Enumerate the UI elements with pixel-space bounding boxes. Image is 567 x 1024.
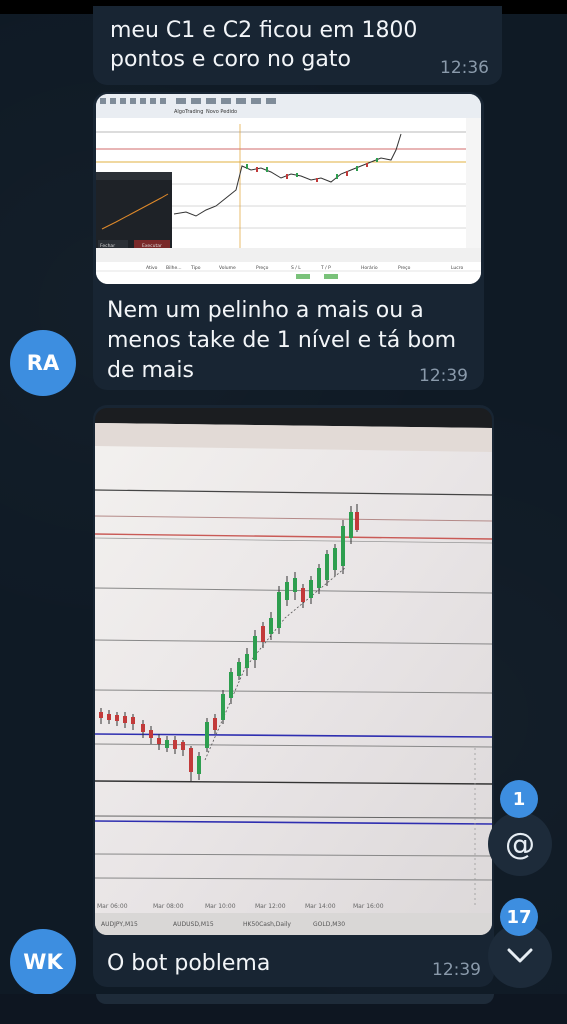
axis-tick-label: Mar 12:00 bbox=[255, 903, 286, 910]
axis-tick-label: Mar 16:00 bbox=[353, 903, 384, 910]
chart-tab: AUDUSD,M15 bbox=[173, 921, 214, 928]
table-header: Lucro bbox=[451, 265, 464, 271]
message-time: 12:39 bbox=[419, 366, 468, 386]
message-text: meu C1 e C2 ficou em 1800 bbox=[110, 18, 418, 43]
mention-count-badge: 1 bbox=[500, 780, 538, 818]
at-icon: @ bbox=[505, 826, 535, 862]
axis-tick-label: Mar 14:00 bbox=[305, 903, 336, 910]
table-header: Horário bbox=[361, 264, 378, 271]
table-header: Ativo bbox=[146, 265, 158, 271]
table-header: Preço bbox=[256, 265, 269, 271]
message-text: de mais bbox=[107, 358, 194, 383]
table-header: T / P bbox=[320, 265, 331, 271]
table-header: S / L bbox=[291, 265, 301, 271]
axis-tick-label: Mar 06:00 bbox=[97, 903, 128, 910]
table-header: Volume bbox=[219, 265, 236, 271]
trading-screenshot[interactable]: AlgoTrading Novo Pedido Fechar Executar bbox=[96, 94, 481, 284]
message-text: pontos e coro no gato bbox=[110, 47, 351, 72]
chart-tab: AUDJPY,M15 bbox=[101, 921, 138, 928]
axis-tick-label: Mar 10:00 bbox=[205, 903, 236, 910]
toolbar-tab-novo-pedido: Novo Pedido bbox=[206, 109, 237, 115]
avatar-initials: WK bbox=[23, 950, 63, 974]
trading-platform-image: AlgoTrading Novo Pedido Fechar Executar bbox=[96, 94, 481, 284]
chevron-down-icon bbox=[507, 948, 533, 963]
chart-tab: HK50Cash,Daily bbox=[243, 921, 291, 928]
avatar-ra[interactable]: RA bbox=[10, 330, 76, 396]
photo-attachment[interactable]: Mar 06:00 Mar 08:00 Mar 10:00 Mar 12:00 … bbox=[95, 408, 492, 935]
table-header: Preço bbox=[398, 265, 411, 271]
message-text: menos take de 1 nível e tá bom bbox=[107, 328, 457, 353]
mention-button[interactable]: @ bbox=[488, 812, 552, 876]
table-header: Tipo bbox=[190, 265, 201, 271]
avatar-initials: RA bbox=[26, 351, 60, 375]
toolbar-tab-algotrading: AlgoTrading bbox=[174, 109, 203, 115]
unread-count-badge: 17 bbox=[500, 898, 538, 936]
avatar-wk[interactable]: WK bbox=[10, 929, 76, 995]
message-time: 12:39 bbox=[432, 960, 481, 980]
message-text: Nem um pelinho a mais ou a bbox=[107, 298, 424, 323]
monitor-chart-photo: Mar 06:00 Mar 08:00 Mar 10:00 Mar 12:00 … bbox=[95, 423, 492, 935]
axis-tick-label: Mar 08:00 bbox=[153, 903, 184, 910]
message-text: O bot poblema bbox=[107, 951, 271, 976]
chart-tab: GOLD,M30 bbox=[313, 921, 345, 928]
message-time: 12:36 bbox=[440, 58, 489, 78]
bottom-bar bbox=[0, 994, 567, 1024]
table-header: Bilhe... bbox=[166, 265, 182, 271]
